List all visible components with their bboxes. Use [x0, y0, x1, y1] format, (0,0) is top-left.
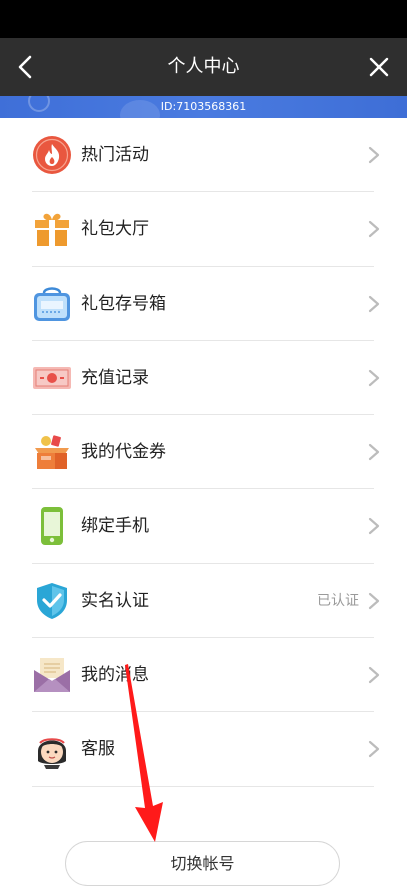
divider: [32, 785, 374, 787]
menu-item-real-name-verification[interactable]: 实名认证 已认证: [0, 564, 407, 639]
recharge-record-icon: [33, 366, 71, 389]
user-id-banner: ID:7103568361: [0, 96, 407, 118]
menu-list: 热门活动 礼包大厅 礼包存号箱 充值记录 我的代金券 绑定手机 实名认证 已认证…: [0, 118, 407, 787]
menu-item-label: 充值记录: [81, 367, 149, 388]
chevron-right-icon: [368, 444, 380, 461]
chevron-right-icon: [368, 369, 380, 386]
chevron-right-icon: [368, 221, 380, 238]
menu-item-label: 我的代金券: [81, 442, 166, 463]
menu-item-customer-service[interactable]: 客服: [0, 712, 407, 787]
chevron-right-icon: [368, 518, 380, 535]
chevron-right-icon: [368, 741, 380, 758]
menu-item-recharge-records[interactable]: 充值记录: [0, 341, 407, 416]
menu-item-label: 礼包大厅: [81, 219, 149, 240]
menu-item-hot-activities[interactable]: 热门活动: [0, 118, 407, 193]
verification-status: 已认证: [317, 592, 359, 609]
phone-icon: [41, 507, 63, 546]
gift-box-storage-icon: [34, 286, 70, 321]
shield-check-icon: [37, 582, 67, 619]
gift-icon: [35, 214, 69, 247]
close-icon: [369, 57, 389, 77]
menu-item-my-messages[interactable]: 我的消息: [0, 638, 407, 713]
menu-item-my-vouchers[interactable]: 我的代金券: [0, 415, 407, 490]
menu-item-gift-storage-box[interactable]: 礼包存号箱: [0, 267, 407, 341]
title-bar: 个人中心: [0, 38, 407, 96]
menu-item-label: 热门活动: [81, 145, 149, 165]
chevron-right-icon: [368, 592, 380, 609]
menu-item-label: 礼包存号箱: [81, 293, 166, 314]
menu-item-bind-phone[interactable]: 绑定手机: [0, 489, 407, 564]
close-button[interactable]: [359, 47, 399, 87]
page-title: 个人中心: [167, 56, 240, 77]
voucher-box-icon: [35, 435, 69, 470]
fire-icon: [33, 136, 71, 174]
menu-item-gift-hall[interactable]: 礼包大厅: [0, 192, 407, 267]
user-id: ID:7103568361: [160, 100, 247, 113]
customer-service-icon: [38, 738, 66, 770]
menu-item-label: 绑定手机: [81, 516, 149, 537]
chevron-right-icon: [368, 146, 380, 164]
status-bar: [0, 0, 407, 38]
menu-item-label: 客服: [81, 739, 115, 760]
menu-item-label: 实名认证: [81, 590, 149, 611]
envelope-icon: [34, 658, 70, 693]
chevron-right-icon: [368, 295, 380, 312]
switch-account-button[interactable]: 切换帐号: [65, 841, 340, 886]
chevron-right-icon: [368, 666, 380, 684]
menu-item-label: 我的消息: [81, 665, 149, 686]
